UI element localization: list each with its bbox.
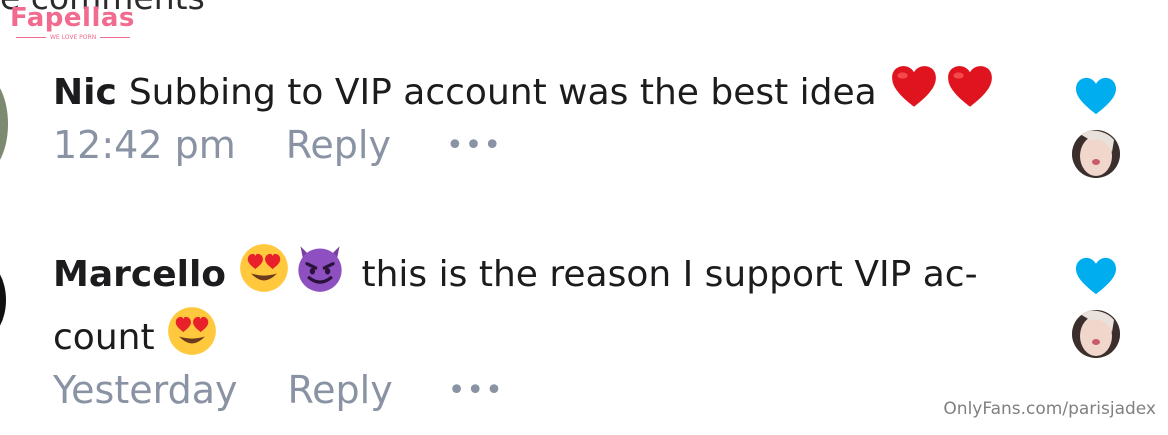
comment-body-continued: count xyxy=(53,317,155,358)
comment-time: 12:42 pm xyxy=(53,123,236,167)
heart-eyes-emoji-icon xyxy=(240,244,288,292)
onlyfans-credit: OnlyFans.com/parisjadex xyxy=(943,399,1156,419)
creator-avatar[interactable] xyxy=(1072,130,1120,178)
watermark-tagline: WE LOVE PORN xyxy=(16,34,135,41)
comment-author[interactable]: Nic xyxy=(53,72,117,113)
comment-body: Subbing to VIP account was the best idea xyxy=(128,72,877,113)
avatar[interactable] xyxy=(0,262,6,338)
comment-meta: Yesterday Reply ••• xyxy=(53,368,1033,412)
watermark-brand: Fapellas xyxy=(10,3,135,33)
creator-face-icon xyxy=(1072,130,1120,178)
comment-body: this is the reason I support VIP ac- xyxy=(361,254,978,295)
like-heart-icon[interactable] xyxy=(1074,256,1118,296)
more-options-button[interactable]: ••• xyxy=(446,128,502,163)
red-heart-icon xyxy=(892,66,937,107)
comment-author[interactable]: Marcello xyxy=(53,254,226,295)
comment-text: Marcello this is the reason I support VI… xyxy=(53,242,1033,368)
comment-time: Yesterday xyxy=(53,368,238,412)
reply-button[interactable]: Reply xyxy=(286,123,391,167)
comment-meta: 12:42 pm Reply ••• xyxy=(53,123,1033,167)
fapellas-watermark: Fapellas WE LOVE PORN xyxy=(10,2,135,41)
heart-eyes-emoji-icon xyxy=(168,307,216,355)
creator-face-icon xyxy=(1072,310,1120,358)
red-heart-icon xyxy=(948,66,993,107)
comment-text: Nic Subbing to VIP account was the best i… xyxy=(53,62,1033,123)
reply-button[interactable]: Reply xyxy=(287,368,392,412)
smiling-devil-emoji-icon xyxy=(298,246,342,292)
creator-avatar[interactable] xyxy=(1072,310,1120,358)
avatar[interactable] xyxy=(0,76,8,172)
like-heart-icon[interactable] xyxy=(1074,76,1118,116)
comment-item: Nic Subbing to VIP account was the best i… xyxy=(53,62,1033,167)
more-options-button[interactable]: ••• xyxy=(448,373,504,408)
comment-item: Marcello this is the reason I support VI… xyxy=(53,242,1033,412)
